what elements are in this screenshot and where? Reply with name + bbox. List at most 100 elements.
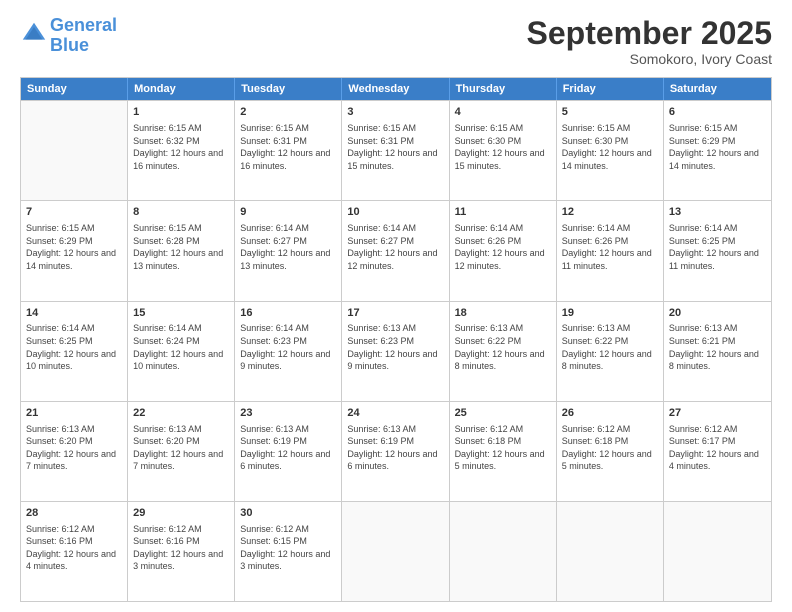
day-info: Sunrise: 6:14 AMSunset: 6:25 PMDaylight:… (26, 322, 122, 372)
day-number: 22 (133, 406, 229, 421)
day-info: Sunrise: 6:15 AMSunset: 6:29 PMDaylight:… (669, 122, 766, 172)
day-number: 24 (347, 406, 443, 421)
month-title: September 2025 (527, 16, 772, 51)
day-number: 10 (347, 205, 443, 220)
day-info: Sunrise: 6:15 AMSunset: 6:31 PMDaylight:… (347, 122, 443, 172)
day-number: 23 (240, 406, 336, 421)
calendar-cell: 8 Sunrise: 6:15 AMSunset: 6:28 PMDaylight… (128, 201, 235, 300)
calendar-cell (450, 502, 557, 601)
day-info: Sunrise: 6:13 AMSunset: 6:22 PMDaylight:… (455, 322, 551, 372)
weekday-header: Wednesday (342, 78, 449, 100)
day-number: 2 (240, 105, 336, 120)
day-info: Sunrise: 6:15 AMSunset: 6:30 PMDaylight:… (562, 122, 658, 172)
calendar-cell: 20Sunrise: 6:13 AMSunset: 6:21 PMDayligh… (664, 302, 771, 401)
calendar-cell: 1 Sunrise: 6:15 AMSunset: 6:32 PMDaylight… (128, 101, 235, 200)
day-info: Sunrise: 6:15 AMSunset: 6:30 PMDaylight:… (455, 122, 551, 172)
calendar-cell: 5Sunrise: 6:15 AMSunset: 6:30 PMDaylight… (557, 101, 664, 200)
day-info: Sunrise: 6:15 AMSunset: 6:31 PMDaylight:… (240, 122, 336, 172)
calendar-cell: 11 Sunrise: 6:14 AMSunset: 6:26 PMDayligh… (450, 201, 557, 300)
day-info: Sunrise: 6:15 AMSunset: 6:29 PMDaylight:… (26, 222, 122, 272)
day-info: Sunrise: 6:12 AMSunset: 6:17 PMDaylight:… (669, 423, 766, 473)
calendar-cell: 4 Sunrise: 6:15 AMSunset: 6:30 PMDaylight… (450, 101, 557, 200)
day-info: Sunrise: 6:14 AMSunset: 6:26 PMDaylight:… (562, 222, 658, 272)
day-info: Sunrise: 6:13 AMSunset: 6:20 PMDaylight:… (26, 423, 122, 473)
calendar-cell: 29 Sunrise: 6:12 AMSunset: 6:16 PMDayligh… (128, 502, 235, 601)
calendar-cell: 7Sunrise: 6:15 AMSunset: 6:29 PMDaylight… (21, 201, 128, 300)
day-info: Sunrise: 6:14 AMSunset: 6:26 PMDaylight:… (455, 222, 551, 272)
day-info: Sunrise: 6:12 AMSunset: 6:16 PMDaylight:… (133, 523, 229, 573)
calendar-cell: 6 Sunrise: 6:15 AMSunset: 6:29 PMDaylight… (664, 101, 771, 200)
day-number: 16 (240, 306, 336, 321)
calendar-cell: 9 Sunrise: 6:14 AMSunset: 6:27 PMDaylight… (235, 201, 342, 300)
day-number: 14 (26, 306, 122, 321)
day-info: Sunrise: 6:12 AMSunset: 6:15 PMDaylight:… (240, 523, 336, 573)
day-number: 4 (455, 105, 551, 120)
day-info: Sunrise: 6:14 AMSunset: 6:27 PMDaylight:… (347, 222, 443, 272)
day-info: Sunrise: 6:13 AMSunset: 6:23 PMDaylight:… (347, 322, 443, 372)
calendar-cell: 21 Sunrise: 6:13 AMSunset: 6:20 PMDayligh… (21, 402, 128, 501)
day-number: 25 (455, 406, 551, 421)
day-info: Sunrise: 6:13 AMSunset: 6:19 PMDaylight:… (347, 423, 443, 473)
day-number: 17 (347, 306, 443, 321)
day-number: 1 (133, 105, 229, 120)
day-info: Sunrise: 6:13 AMSunset: 6:19 PMDaylight:… (240, 423, 336, 473)
day-number: 11 (455, 205, 551, 220)
calendar-cell: 13Sunrise: 6:14 AMSunset: 6:25 PMDayligh… (664, 201, 771, 300)
day-number: 28 (26, 506, 122, 521)
calendar-cell: 10 Sunrise: 6:14 AMSunset: 6:27 PMDayligh… (342, 201, 449, 300)
page: General Blue September 2025 Somokoro, Iv… (0, 0, 792, 612)
calendar-cell: 2 Sunrise: 6:15 AMSunset: 6:31 PMDaylight… (235, 101, 342, 200)
header: General Blue September 2025 Somokoro, Iv… (20, 16, 772, 67)
calendar-body: 1 Sunrise: 6:15 AMSunset: 6:32 PMDaylight… (21, 100, 771, 601)
day-info: Sunrise: 6:14 AMSunset: 6:23 PMDaylight:… (240, 322, 336, 372)
calendar-row: 28 Sunrise: 6:12 AMSunset: 6:16 PMDayligh… (21, 501, 771, 601)
calendar-cell (557, 502, 664, 601)
day-info: Sunrise: 6:14 AMSunset: 6:27 PMDaylight:… (240, 222, 336, 272)
day-number: 18 (455, 306, 551, 321)
day-info: Sunrise: 6:14 AMSunset: 6:24 PMDaylight:… (133, 322, 229, 372)
day-info: Sunrise: 6:15 AMSunset: 6:32 PMDaylight:… (133, 122, 229, 172)
day-number: 30 (240, 506, 336, 521)
calendar-cell (664, 502, 771, 601)
day-info: Sunrise: 6:14 AMSunset: 6:25 PMDaylight:… (669, 222, 766, 272)
calendar-row: 21 Sunrise: 6:13 AMSunset: 6:20 PMDayligh… (21, 401, 771, 501)
day-number: 9 (240, 205, 336, 220)
weekday-header: Friday (557, 78, 664, 100)
day-info: Sunrise: 6:13 AMSunset: 6:20 PMDaylight:… (133, 423, 229, 473)
day-number: 6 (669, 105, 766, 120)
calendar-cell (21, 101, 128, 200)
calendar-cell: 27 Sunrise: 6:12 AMSunset: 6:17 PMDayligh… (664, 402, 771, 501)
calendar-cell: 12Sunrise: 6:14 AMSunset: 6:26 PMDayligh… (557, 201, 664, 300)
calendar-cell: 15Sunrise: 6:14 AMSunset: 6:24 PMDayligh… (128, 302, 235, 401)
calendar-cell: 25 Sunrise: 6:12 AMSunset: 6:18 PMDayligh… (450, 402, 557, 501)
calendar-row: 14Sunrise: 6:14 AMSunset: 6:25 PMDayligh… (21, 301, 771, 401)
calendar-header: SundayMondayTuesdayWednesdayThursdayFrid… (21, 78, 771, 100)
calendar-cell: 23 Sunrise: 6:13 AMSunset: 6:19 PMDayligh… (235, 402, 342, 501)
weekday-header: Sunday (21, 78, 128, 100)
calendar: SundayMondayTuesdayWednesdayThursdayFrid… (20, 77, 772, 602)
day-number: 19 (562, 306, 658, 321)
weekday-header: Monday (128, 78, 235, 100)
day-number: 27 (669, 406, 766, 421)
day-number: 29 (133, 506, 229, 521)
weekday-header: Saturday (664, 78, 771, 100)
day-number: 21 (26, 406, 122, 421)
logo-text: General Blue (50, 16, 117, 56)
day-number: 3 (347, 105, 443, 120)
day-info: Sunrise: 6:15 AMSunset: 6:28 PMDaylight:… (133, 222, 229, 272)
calendar-cell: 30 Sunrise: 6:12 AMSunset: 6:15 PMDayligh… (235, 502, 342, 601)
day-number: 8 (133, 205, 229, 220)
calendar-cell: 3 Sunrise: 6:15 AMSunset: 6:31 PMDaylight… (342, 101, 449, 200)
calendar-cell: 22 Sunrise: 6:13 AMSunset: 6:20 PMDayligh… (128, 402, 235, 501)
calendar-cell (342, 502, 449, 601)
day-info: Sunrise: 6:13 AMSunset: 6:21 PMDaylight:… (669, 322, 766, 372)
calendar-cell: 24 Sunrise: 6:13 AMSunset: 6:19 PMDayligh… (342, 402, 449, 501)
day-info: Sunrise: 6:12 AMSunset: 6:18 PMDaylight:… (455, 423, 551, 473)
calendar-cell: 14Sunrise: 6:14 AMSunset: 6:25 PMDayligh… (21, 302, 128, 401)
calendar-row: 1 Sunrise: 6:15 AMSunset: 6:32 PMDaylight… (21, 100, 771, 200)
calendar-row: 7Sunrise: 6:15 AMSunset: 6:29 PMDaylight… (21, 200, 771, 300)
logo-icon (20, 20, 48, 48)
day-number: 20 (669, 306, 766, 321)
day-number: 26 (562, 406, 658, 421)
day-info: Sunrise: 6:13 AMSunset: 6:22 PMDaylight:… (562, 322, 658, 372)
